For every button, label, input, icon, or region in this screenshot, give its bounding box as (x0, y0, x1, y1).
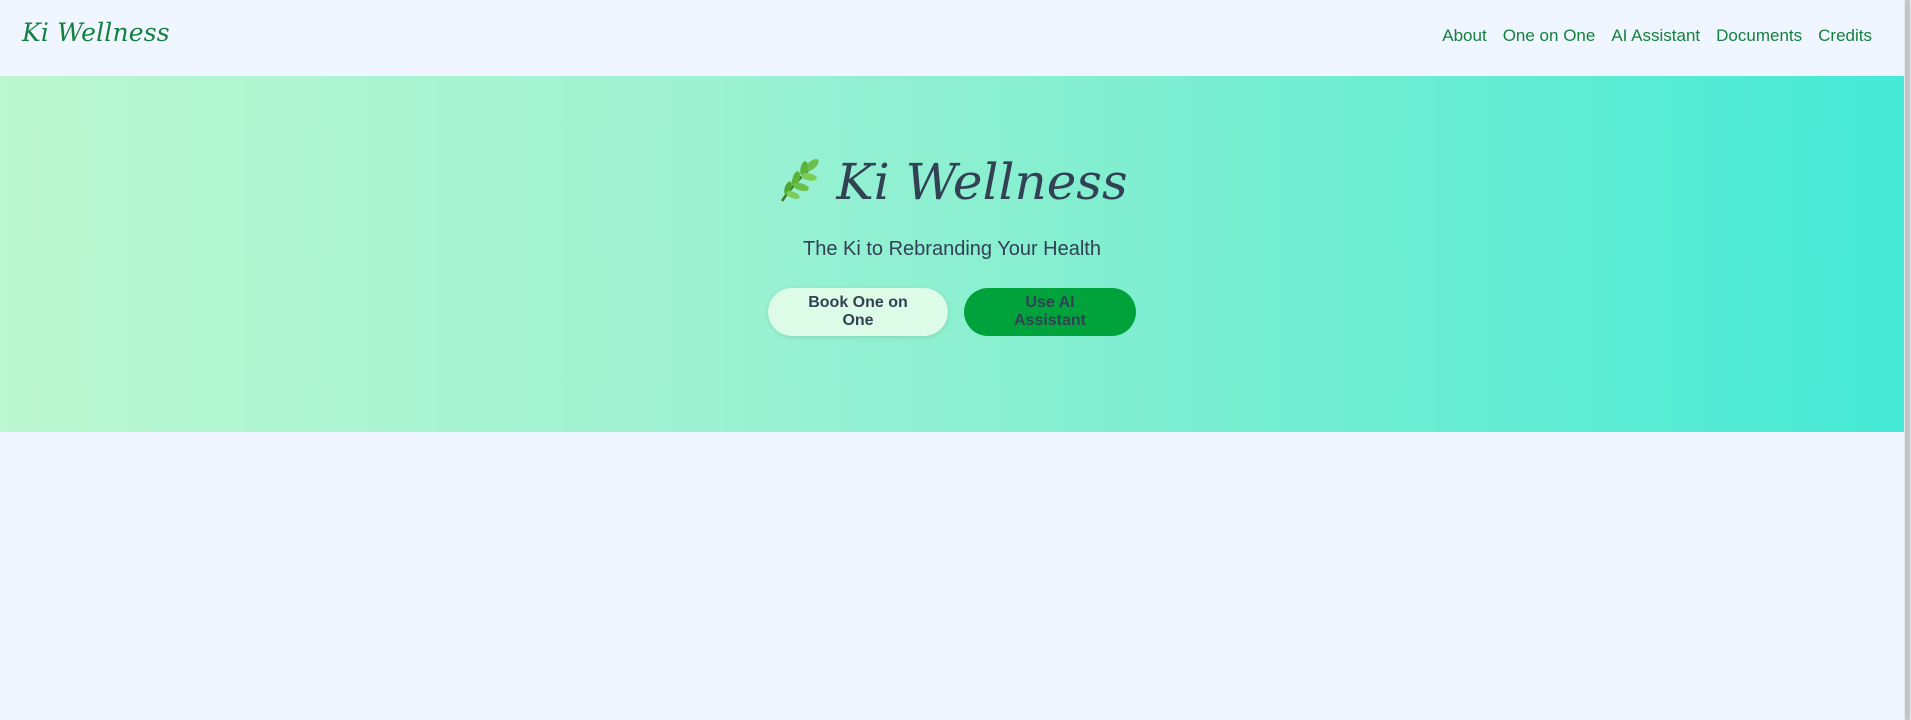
page: Ki Wellness About One on One AI Assistan… (0, 0, 1911, 720)
nav-link-documents[interactable]: Documents (1716, 26, 1802, 46)
nav-link-one-on-one[interactable]: One on One (1503, 26, 1596, 46)
book-one-on-one-button[interactable]: Book One on One (768, 288, 948, 336)
nav-link-credits[interactable]: Credits (1818, 26, 1872, 46)
brand-logo-link[interactable]: Ki Wellness (22, 18, 170, 47)
vertical-scrollbar[interactable] (1904, 0, 1911, 720)
use-ai-assistant-button[interactable]: Use AI Assistant (964, 288, 1136, 336)
hero-actions: Book One on One Use AI Assistant (0, 288, 1904, 336)
top-navbar: Ki Wellness About One on One AI Assistan… (0, 0, 1904, 76)
hero-title: Ki Wellness (836, 153, 1128, 211)
nav-link-about[interactable]: About (1442, 26, 1486, 46)
hero-tagline: The Ki to Rebranding Your Health (803, 238, 1101, 260)
scrollbar-thumb[interactable] (1905, 0, 1910, 720)
nav-link-ai-assistant[interactable]: AI Assistant (1611, 26, 1700, 46)
hero-banner: Ki Wellness The Ki to Rebranding Your He… (0, 76, 1904, 432)
herb-leaf-icon (776, 155, 824, 205)
hero-title-row: Ki Wellness (0, 152, 1904, 212)
main-nav: About One on One AI Assistant Documents … (1442, 26, 1872, 46)
